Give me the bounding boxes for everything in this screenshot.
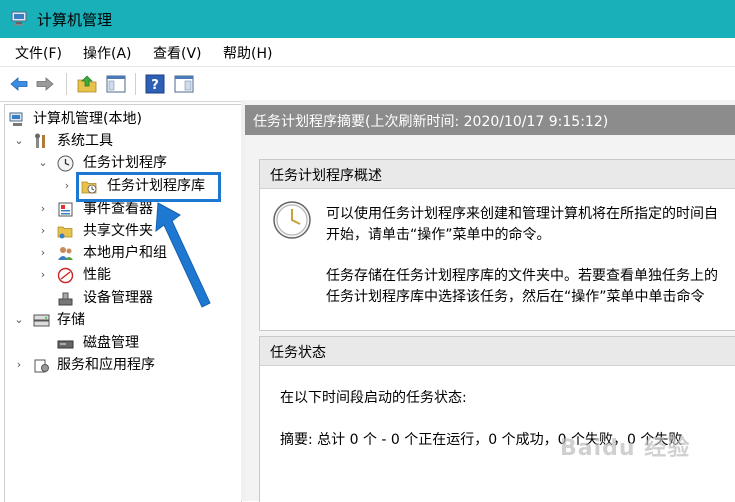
overview-section: 任务计划程序概述 可以使用任务计划程序来创建和管理计算机将在所指定的时间自 开始… (259, 159, 735, 331)
tree-item-storage[interactable]: ⌄ 存储 (5, 309, 239, 331)
expand-chevron-icon[interactable]: › (37, 242, 49, 264)
expand-chevron-icon[interactable]: › (13, 354, 25, 376)
task-status-header[interactable]: 任务状态 (260, 337, 735, 366)
clock-icon (273, 201, 311, 239)
menu-bar: 文件(F) 操作(A) 查看(V) 帮助(H) (0, 38, 735, 66)
watermark: Baidu 经验 (560, 436, 691, 461)
services-icon (34, 359, 49, 373)
back-arrow-icon[interactable] (8, 73, 30, 95)
tree-label: 服务和应用程序 (57, 357, 155, 373)
overview-line: 开始，请单击“操作”菜单中的命令。 (326, 227, 551, 243)
expand-chevron-icon[interactable]: › (37, 264, 49, 286)
window-title: 计算机管理 (37, 11, 113, 29)
tree-label: 计算机管理(本地) (33, 111, 142, 127)
storage-icon (33, 314, 50, 327)
tree-item-task-scheduler[interactable]: ⌄ 任务计划程序 (5, 152, 239, 174)
toolbar-separator (135, 73, 136, 95)
tree-item-root[interactable]: 计算机管理(本地) (5, 108, 239, 130)
overview-header[interactable]: 任务计划程序概述 (260, 160, 735, 189)
properties-icon[interactable] (173, 73, 195, 95)
tree-item-disk-management[interactable]: 磁盘管理 (5, 332, 239, 354)
device-manager-icon (58, 292, 73, 306)
summary-header: 任务计划程序摘要(上次刷新时间: 2020/10/17 9:15:12) (245, 105, 735, 135)
overview-title: 任务计划程序概述 (270, 168, 382, 184)
collapse-chevron-icon[interactable]: ⌄ (13, 309, 25, 331)
menu-file[interactable]: 文件(F) (15, 43, 62, 63)
clock-icon (57, 155, 74, 172)
users-icon (58, 247, 73, 260)
collapse-chevron-icon[interactable]: ⌄ (37, 152, 49, 174)
tree-label: 共享文件夹 (83, 223, 153, 239)
overview-line: 可以使用任务计划程序来创建和管理计算机将在所指定的时间自 (326, 206, 718, 222)
tree-label: 磁盘管理 (83, 335, 139, 351)
tree-label: 存储 (57, 312, 85, 328)
tree-item-services-apps[interactable]: › 服务和应用程序 (5, 354, 239, 376)
task-status-title: 任务状态 (270, 345, 326, 361)
svg-text:?: ? (151, 78, 159, 93)
overview-line: 任务存储在任务计划程序库的文件夹中。若要查看单独任务上的 (326, 268, 718, 284)
computer-management-icon (11, 11, 27, 26)
tools-icon (35, 133, 45, 148)
tree-label: 性能 (83, 267, 111, 283)
annotation-arrow (155, 202, 211, 308)
summary-title: 任务计划程序摘要(上次刷新时间: 2020/10/17 9:15:12) (253, 114, 609, 130)
disk-icon (57, 340, 74, 349)
expand-chevron-icon[interactable]: › (61, 175, 73, 197)
performance-icon (57, 267, 74, 284)
shared-folder-icon (57, 226, 73, 239)
computer-management-icon (9, 112, 23, 126)
up-folder-icon[interactable] (76, 73, 98, 95)
tree-label: 任务计划程序 (83, 155, 167, 171)
menu-action[interactable]: 操作(A) (83, 43, 132, 63)
tree-item-system-tools[interactable]: ⌄ 系统工具 (5, 130, 239, 152)
task-status-section: 任务状态 在以下时间段启动的任务状态: 摘要: 总计 0 个 - 0 个正在运行… (259, 336, 735, 502)
collapse-chevron-icon[interactable]: ⌄ (13, 130, 25, 152)
event-viewer-icon (58, 202, 73, 217)
expand-chevron-icon[interactable]: › (37, 198, 49, 220)
forward-arrow-icon[interactable] (34, 73, 56, 95)
menu-view[interactable]: 查看(V) (153, 43, 202, 63)
tree-label: 系统工具 (57, 133, 113, 149)
expand-chevron-icon[interactable]: › (37, 220, 49, 242)
menu-help[interactable]: 帮助(H) (223, 43, 272, 63)
help-icon[interactable]: ? (144, 73, 166, 95)
overview-line: 任务计划程序库中选择该任务，然后在“操作”菜单中单击命令 (326, 289, 705, 305)
toolbar: ? (0, 66, 735, 102)
tree-label: 设备管理器 (83, 290, 153, 306)
toolbar-separator (66, 73, 67, 95)
task-status-line: 在以下时间段启动的任务状态: (280, 390, 467, 406)
title-bar: 计算机管理 (0, 0, 735, 38)
show-hide-tree-icon[interactable] (105, 73, 127, 95)
